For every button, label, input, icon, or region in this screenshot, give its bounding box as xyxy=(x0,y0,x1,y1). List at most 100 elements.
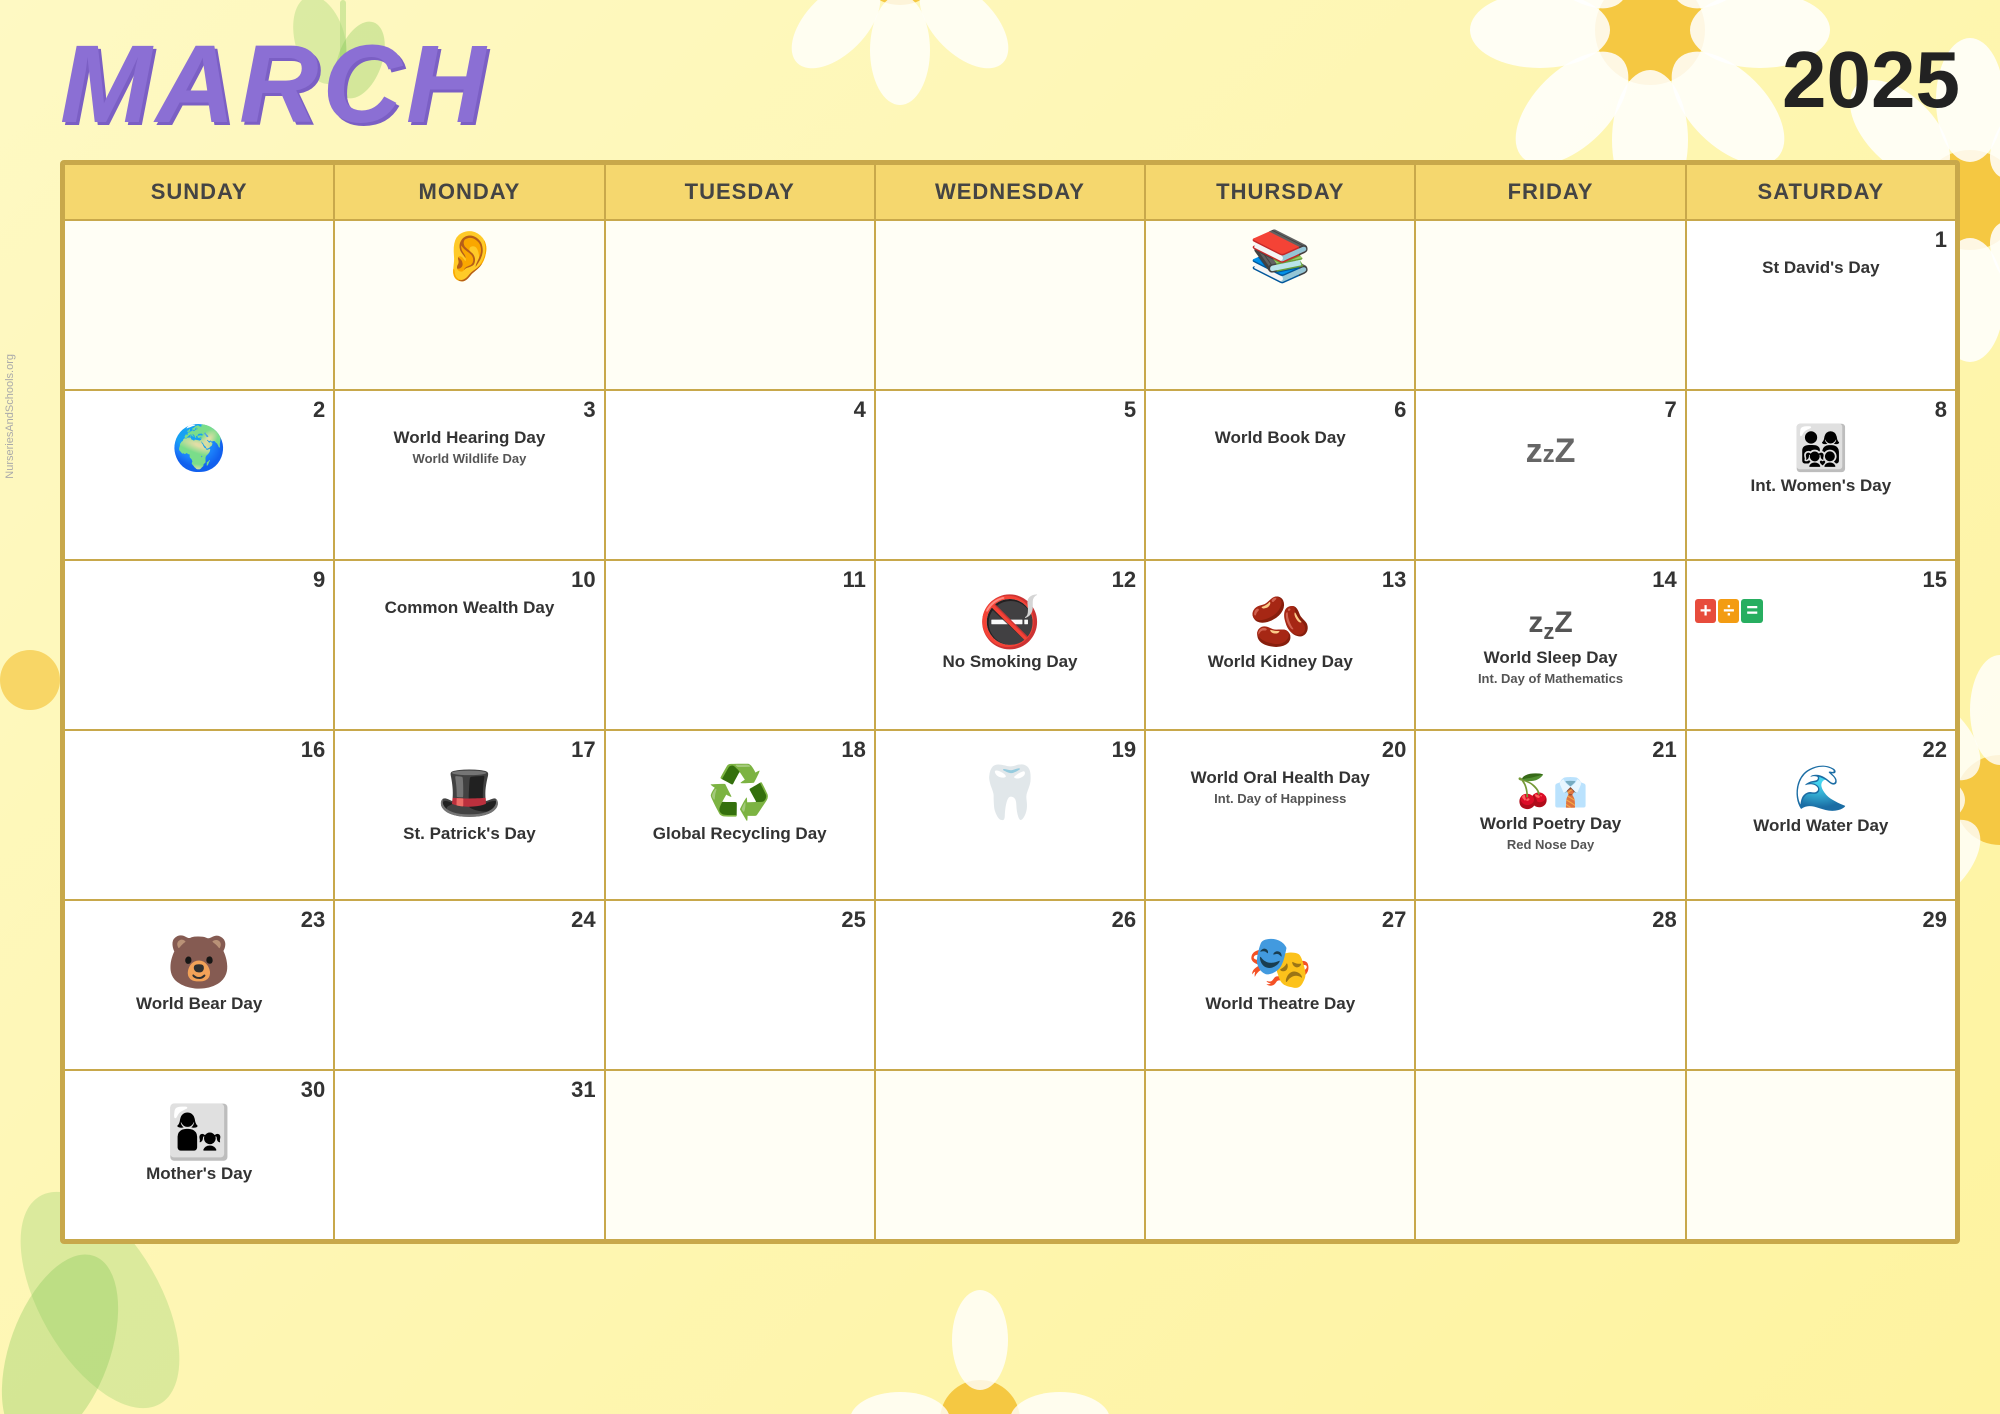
cell-1-1: 3 World Hearing Day World Wildlife Day xyxy=(334,390,604,560)
day-number: 16 xyxy=(73,737,325,763)
col-wednesday: WEDNESDAY xyxy=(875,164,1145,220)
day-number: 29 xyxy=(1695,907,1947,933)
col-friday: FRIDAY xyxy=(1415,164,1685,220)
cell-4-2: 25 xyxy=(605,900,875,1070)
cell-3-0: 16 xyxy=(64,730,334,900)
day-number: 8 xyxy=(1695,397,1947,423)
cell-0-4: 📚 xyxy=(1145,220,1415,390)
col-monday: MONDAY xyxy=(334,164,604,220)
day-number: 19 xyxy=(884,737,1136,763)
col-saturday: SATURDAY xyxy=(1686,164,1956,220)
day-number: 17 xyxy=(343,737,595,763)
event-label: World Hearing Day xyxy=(343,427,595,449)
day-number: 24 xyxy=(343,907,595,933)
cell-4-1: 24 xyxy=(334,900,604,1070)
day-number: 25 xyxy=(614,907,866,933)
event-icon: 👩‍👧 xyxy=(73,1107,325,1159)
week-row-1: 2🌍3World Hearing DayWorld Wildlife Day45… xyxy=(64,390,1956,560)
event-icon: ♻️ xyxy=(614,767,866,819)
cell-3-3: 19🦷 xyxy=(875,730,1145,900)
event-label: World Bear Day xyxy=(73,993,325,1015)
day-number: 10 xyxy=(343,567,595,593)
col-thursday: THURSDAY xyxy=(1145,164,1415,220)
cell-0-0 xyxy=(64,220,334,390)
day-number: 5 xyxy=(884,397,1136,423)
event-label: World Water Day xyxy=(1695,815,1947,837)
cell-2-3: 12 🚭 No Smoking Day xyxy=(875,560,1145,730)
cell-0-3 xyxy=(875,220,1145,390)
day-number: 30 xyxy=(73,1077,325,1103)
day-number: 6 xyxy=(1154,397,1406,423)
event-label: World Oral Health Day xyxy=(1154,767,1406,789)
event-label: World Sleep Day xyxy=(1424,647,1676,669)
event-icon: 👨‍👩‍👧‍👦 xyxy=(1695,427,1947,471)
event-label: No Smoking Day xyxy=(884,651,1136,673)
event-label: Int. Day of Mathematics xyxy=(1424,671,1676,687)
day-number: 27 xyxy=(1154,907,1406,933)
event-label: World Wildlife Day xyxy=(343,451,595,467)
day-number: 13 xyxy=(1154,567,1406,593)
cell-2-5: 14zzZWorld Sleep DayInt. Day of Mathemat… xyxy=(1415,560,1685,730)
cell-4-5: 28 xyxy=(1415,900,1685,1070)
event-label: World Kidney Day xyxy=(1154,651,1406,673)
day-number: 23 xyxy=(73,907,325,933)
event-label: St David's Day xyxy=(1695,257,1947,279)
cell-3-1: 17 🎩 St. Patrick's Day xyxy=(334,730,604,900)
event-icon: 🍒👔 xyxy=(1424,767,1676,809)
cell-4-0: 23 🐻 World Bear Day xyxy=(64,900,334,1070)
event-label: World Theatre Day xyxy=(1154,993,1406,1015)
day-number: 2 xyxy=(73,397,325,423)
cell-1-0: 2🌍 xyxy=(64,390,334,560)
week-row-0: 👂 📚 1 St David's Day xyxy=(64,220,1956,390)
day-number: 20 xyxy=(1154,737,1406,763)
cell-1-4: 6 World Book Day xyxy=(1145,390,1415,560)
week-row-3: 1617🎩St. Patrick's Day18♻️Global Recycli… xyxy=(64,730,1956,900)
cell-5-6 xyxy=(1686,1070,1956,1240)
event-label: Int. Day of Happiness xyxy=(1154,791,1406,807)
cell-1-2: 4 xyxy=(605,390,875,560)
cell-2-6: 15+÷= xyxy=(1686,560,1956,730)
month-title: MARCH xyxy=(60,30,489,140)
week-row-5: 30👩‍👧Mother's Day31 xyxy=(64,1070,1956,1240)
cell-0-1: 👂 xyxy=(334,220,604,390)
day-number: 11 xyxy=(614,567,866,593)
event-label: World Book Day xyxy=(1154,427,1406,449)
day-number: 4 xyxy=(614,397,866,423)
day-number: 1 xyxy=(1695,227,1947,253)
year-title: 2025 xyxy=(1782,30,1960,120)
event-icon: 🌍 xyxy=(73,427,325,471)
cell-1-6: 8 👨‍👩‍👧‍👦 Int. Women's Day xyxy=(1686,390,1956,560)
event-icon: 👂 xyxy=(343,231,595,281)
calendar-table-wrapper: SUNDAY MONDAY TUESDAY WEDNESDAY THURSDAY… xyxy=(60,160,1960,1244)
day-number: 26 xyxy=(884,907,1136,933)
event-label: Red Nose Day xyxy=(1424,837,1676,853)
cell-4-6: 29 xyxy=(1686,900,1956,1070)
event-label: Int. Women's Day xyxy=(1695,475,1947,497)
cell-2-2: 11 xyxy=(605,560,875,730)
cell-3-6: 22🌊World Water Day xyxy=(1686,730,1956,900)
cell-2-1: 10 Common Wealth Day xyxy=(334,560,604,730)
cell-3-4: 20 World Oral Health Day Int. Day of Happi… xyxy=(1145,730,1415,900)
event-icon: 🎭 xyxy=(1154,937,1406,989)
event-icon: 🚭 xyxy=(884,597,1136,647)
event-icon: 🐻 xyxy=(73,937,325,989)
week-row-2: 910Common Wealth Day1112🚭No Smoking Day1… xyxy=(64,560,1956,730)
week-row-4: 23 🐻 World Bear Day 24 25 26 27 🎭 World Theatre … xyxy=(64,900,1956,1070)
day-number: 12 xyxy=(884,567,1136,593)
event-icon: 🫘 xyxy=(1154,597,1406,647)
cell-5-1: 31 xyxy=(334,1070,604,1240)
day-number: 15 xyxy=(1695,567,1947,593)
cell-1-5: 7zzZ xyxy=(1415,390,1685,560)
cell-2-4: 13 🫘 World Kidney Day xyxy=(1145,560,1415,730)
calendar-header: MARCH 2025 xyxy=(60,20,1960,155)
event-label: Global Recycling Day xyxy=(614,823,866,845)
event-label: World Poetry Day xyxy=(1424,813,1676,835)
event-icon: 🎩 xyxy=(343,767,595,819)
event-label: Common Wealth Day xyxy=(343,597,595,619)
event-label: St. Patrick's Day xyxy=(343,823,595,845)
day-number: 14 xyxy=(1424,567,1676,593)
header-row: SUNDAY MONDAY TUESDAY WEDNESDAY THURSDAY… xyxy=(64,164,1956,220)
cell-5-2 xyxy=(605,1070,875,1240)
cell-2-0: 9 xyxy=(64,560,334,730)
day-number: 3 xyxy=(343,397,595,423)
